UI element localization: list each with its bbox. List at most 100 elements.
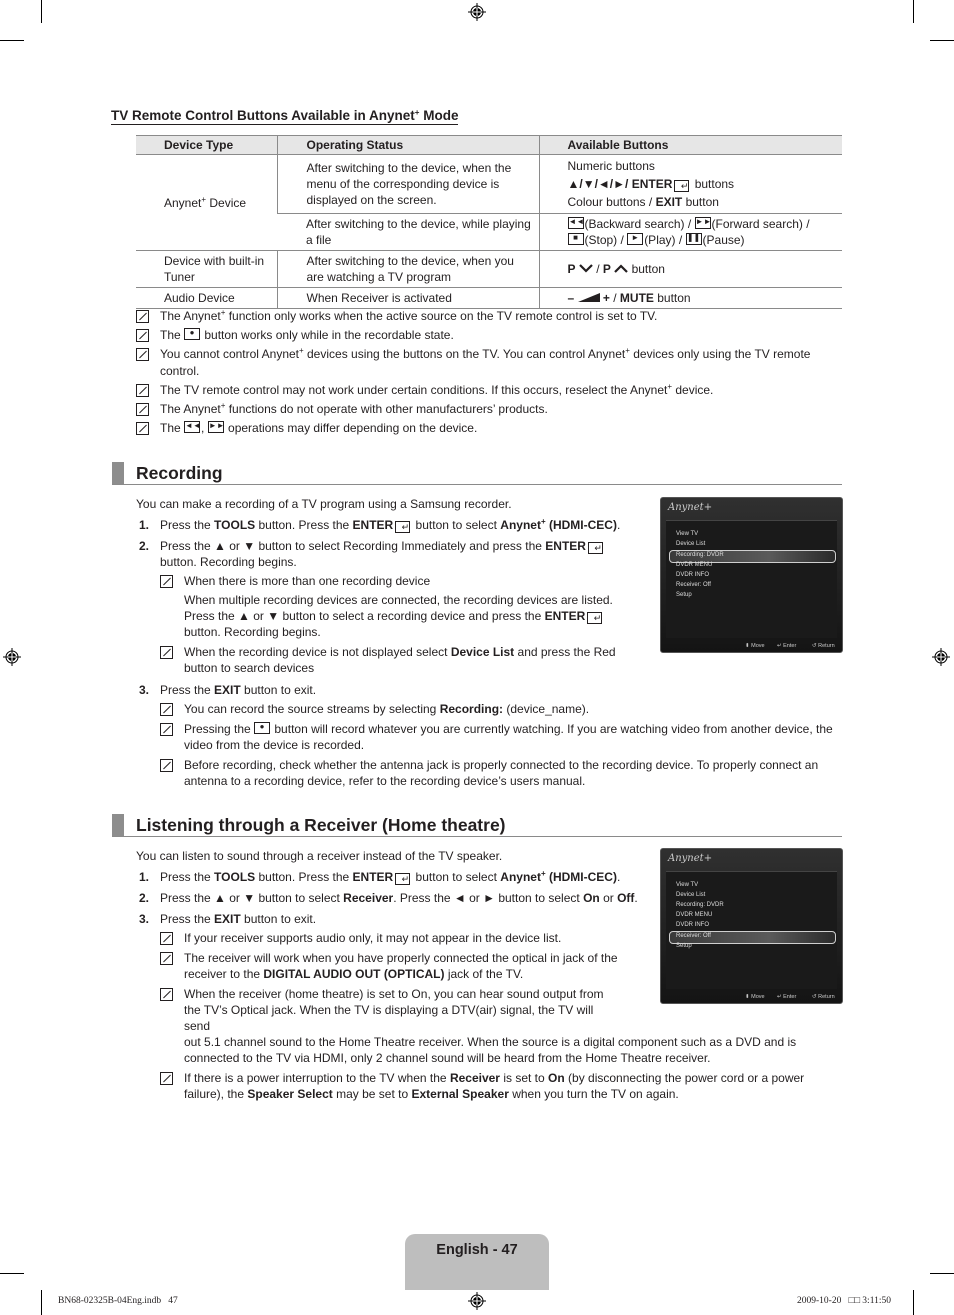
- note-icon: [136, 310, 149, 323]
- crop-mark: [0, 40, 24, 41]
- record-icon: ●: [184, 328, 201, 340]
- menu-item: DVDR MENU: [676, 562, 713, 568]
- menu-item: Setup: [676, 943, 692, 949]
- stop-icon: ■: [567, 233, 584, 245]
- menu-item: Setup: [676, 592, 692, 598]
- fast-forward-icon: ►►: [694, 217, 711, 229]
- menu-item: Recording: DVDR: [676, 902, 724, 908]
- note-icon: [160, 723, 173, 736]
- move-hint: ⬍ Move: [745, 643, 765, 649]
- menu-item: View TV: [676, 531, 699, 537]
- registration-mark-icon: [932, 648, 950, 666]
- enter-hint: ↵ Enter: [777, 994, 797, 1000]
- note-icon: [160, 988, 173, 1001]
- enter-icon: ↵: [587, 612, 603, 624]
- registration-mark-icon: [468, 3, 486, 21]
- file-name: BN68-02325B-04Eng.indb 47: [58, 1296, 178, 1306]
- menu-item: Receiver: Off: [676, 582, 711, 588]
- crop-mark: [913, 0, 914, 23]
- registration-mark-icon: [3, 648, 21, 666]
- recording-body-cont: 3. Press the EXIT button to exit. You can…: [136, 682, 836, 794]
- note-item: Pressing the ● button will record whatev…: [160, 721, 836, 753]
- column-header: Available Buttons: [538, 135, 842, 155]
- crop-mark: [41, 1290, 42, 1315]
- page-number: English - 47: [436, 1242, 518, 1258]
- column-header: Device Type: [136, 135, 277, 155]
- note-item: If there is a power interruption to the …: [160, 1070, 844, 1102]
- note-icon: [136, 348, 149, 361]
- recording-body: You can make a recording of a TV program…: [136, 496, 636, 681]
- play-icon: ►: [627, 233, 644, 245]
- return-hint: ↺ Return: [812, 643, 835, 649]
- operating-status-cell: After switching to the device, when the …: [276, 154, 539, 214]
- table-notes: The Anynet+ function only works when the…: [136, 308, 846, 439]
- available-buttons-cell: ◄◄ (Backward search) / ►► (Forward search)…: [538, 213, 842, 251]
- operating-status-cell: After switching to the device, while pla…: [277, 213, 539, 251]
- anynet-logo: Anynet+: [668, 502, 713, 513]
- remote-buttons-table: Device Type Operating Status Available B…: [136, 135, 842, 309]
- note-item: The ◄◄, ►► operations may differ dependi…: [136, 420, 846, 437]
- note-icon: [136, 329, 149, 342]
- registration-mark-icon: [468, 1292, 486, 1310]
- crop-mark: [913, 1290, 914, 1315]
- crop-mark: [930, 40, 954, 41]
- note-icon: [160, 932, 173, 945]
- device-type-cell: Anynet+ Device: [136, 154, 277, 251]
- table-header-row: Device Type Operating Status Available B…: [136, 135, 842, 155]
- heading-bar: [112, 462, 124, 484]
- note-icon: [160, 952, 173, 965]
- chevron-up-icon: [614, 264, 629, 273]
- note-item: If your receiver supports audio only, it…: [160, 930, 656, 946]
- available-buttons-cell: P / P button: [538, 250, 842, 288]
- note-item: The TV remote control may not work under…: [136, 382, 846, 399]
- menu-item-selected: Recording: DVDR: [676, 552, 724, 558]
- table-row: Audio Device When Receiver is activated …: [136, 287, 842, 309]
- enter-icon: ↵: [674, 180, 690, 192]
- volume-icon: [577, 293, 600, 302]
- anynet-menu-screenshot: Anynet+ View TV Device List Recording: D…: [660, 497, 843, 653]
- note-icon: [160, 646, 173, 659]
- chevron-down-icon: [579, 264, 593, 273]
- step-item: 2. Press the ▲ or ▼ button to select Rece…: [139, 891, 638, 905]
- receiver-body: You can listen to sound through a receiv…: [136, 848, 804, 1107]
- note-icon: [160, 703, 173, 716]
- column-header: Operating Status: [276, 135, 539, 155]
- menu-item: Device List: [676, 541, 706, 547]
- return-hint: ↺ Return: [812, 994, 835, 1000]
- step-item: 2. Press the ▲ or ▼ button to select Reco…: [136, 538, 636, 676]
- device-type-cell: Audio Device: [136, 287, 277, 309]
- step-item: 1. Press the TOOLS button. Press the ENTE…: [139, 869, 621, 885]
- operating-status-cell: After switching to the device, when you …: [276, 250, 539, 288]
- step-item: 3. Press the EXIT button to exit. You can…: [136, 682, 836, 789]
- table-row: Device with built-in Tuner After switchi…: [136, 250, 842, 288]
- menu-item: DVDR INFO: [676, 572, 709, 578]
- heading-bar: [112, 814, 124, 836]
- anynet-menu-screenshot: Anynet+ View TV Device List Recording: D…: [660, 848, 843, 1004]
- crop-mark: [930, 1273, 954, 1274]
- table-row: Anynet+ Device After switching to the de…: [136, 154, 842, 251]
- print-date: 2009-10-20 □□ 3:11:50: [797, 1296, 891, 1306]
- note-item: The ● button works only while in the rec…: [136, 327, 846, 344]
- anynet-logo: Anynet+: [668, 853, 713, 864]
- rewind-icon: ◄◄: [567, 217, 584, 229]
- note-item: The Anynet+ functions do not operate wit…: [136, 401, 846, 418]
- menu-item: DVDR INFO: [676, 922, 709, 928]
- enter-icon: ↵: [587, 542, 603, 554]
- page-number-tab: English - 47: [405, 1234, 549, 1290]
- note-icon: [160, 759, 173, 772]
- available-buttons-cell: – + / MUTE button: [538, 287, 842, 309]
- crop-mark: [41, 0, 42, 23]
- device-type-cell: Device with built-in Tuner: [136, 250, 277, 288]
- note-icon: [160, 575, 173, 588]
- note-icon: [136, 403, 149, 416]
- note-item: The Anynet+ function only works when the…: [136, 308, 846, 325]
- section-heading-recording: Recording: [112, 462, 842, 485]
- note-item: When the recording device is not display…: [160, 644, 636, 676]
- menu-item: View TV: [676, 882, 699, 888]
- crop-mark: [0, 1273, 24, 1274]
- menu-item: Device List: [676, 892, 706, 898]
- note-icon: [136, 384, 149, 397]
- enter-icon: ↵: [395, 873, 411, 885]
- fast-forward-icon: ►►: [207, 421, 225, 433]
- move-hint: ⬍ Move: [745, 994, 765, 1000]
